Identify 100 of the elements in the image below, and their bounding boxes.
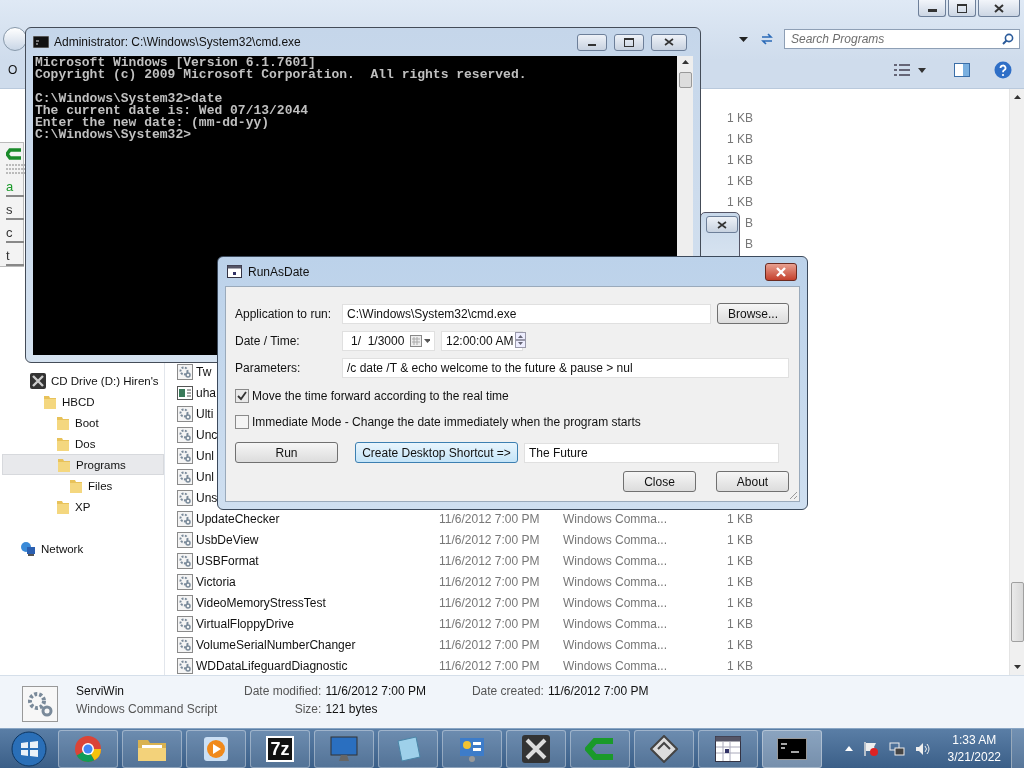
file-type: Windows Comma... bbox=[563, 532, 669, 547]
field-label: Date / Time: bbox=[235, 334, 301, 348]
back-button[interactable] bbox=[3, 27, 27, 51]
date-picker[interactable]: 1/ 1/3000 bbox=[342, 331, 435, 351]
show-hidden-icon[interactable] bbox=[844, 746, 853, 751]
file-date: 11/6/2012 7:00 PM bbox=[439, 658, 541, 673]
spinner-icon[interactable] bbox=[515, 331, 527, 351]
field-label: Application to run: bbox=[235, 306, 333, 321]
close-button[interactable] bbox=[706, 216, 738, 233]
clock-time[interactable]: 1:33 AM bbox=[952, 733, 997, 747]
nav-item[interactable]: Boot bbox=[2, 412, 164, 433]
field-label: Date modified: bbox=[244, 684, 322, 698]
flag-icon[interactable] bbox=[862, 740, 879, 757]
file-name: ServiWin bbox=[76, 684, 125, 698]
console-icon bbox=[777, 737, 807, 760]
dropdown-arrow-icon[interactable] bbox=[739, 36, 748, 42]
browse-button[interactable]: Browse... bbox=[717, 303, 789, 324]
console-line: The current date is: Wed 07/13/2044 bbox=[35, 105, 310, 117]
file-size: 1 KB bbox=[727, 574, 753, 589]
file-size: 1 KB bbox=[727, 511, 753, 526]
file-name[interactable]: Victoria bbox=[196, 574, 436, 589]
scroll-thumb[interactable] bbox=[678, 72, 692, 88]
scrollbar[interactable] bbox=[1009, 89, 1024, 675]
file-name[interactable]: WDDataLifeguardDiagnostic bbox=[196, 658, 436, 673]
file-type: Windows Comma... bbox=[563, 574, 669, 589]
file-name[interactable]: UsbDeView bbox=[196, 532, 436, 547]
close-button[interactable] bbox=[651, 33, 687, 51]
nav-item[interactable]: HBCD bbox=[2, 391, 164, 412]
nav-item[interactable]: CD Drive (D:) Hiren's bbox=[2, 370, 164, 391]
refresh-icon[interactable] bbox=[760, 33, 774, 45]
folder-icon bbox=[43, 393, 57, 410]
folder-icon bbox=[56, 498, 70, 515]
scroll-up-icon[interactable] bbox=[1013, 95, 1021, 99]
tools-icon bbox=[522, 734, 550, 763]
file-name[interactable]: VirtualFloppyDrive bbox=[196, 616, 436, 631]
nav-item[interactable]: Dos bbox=[2, 433, 164, 454]
taskbar-button[interactable] bbox=[762, 729, 822, 768]
file-type: Windows Command Script bbox=[76, 702, 219, 716]
minimize-button[interactable] bbox=[577, 33, 607, 51]
nav-item[interactable]: Files bbox=[2, 475, 164, 496]
search-field[interactable]: Search Programs bbox=[784, 29, 1020, 49]
close-button[interactable] bbox=[765, 262, 797, 281]
preview-pane-icon[interactable] bbox=[954, 63, 970, 77]
nav-item[interactable]: Network bbox=[2, 538, 164, 559]
scroll-thumb[interactable] bbox=[1010, 582, 1024, 642]
parameters-field[interactable]: /c date /T & echo welcome to the future & pause > nul bbox=[342, 358, 789, 378]
browser-icon bbox=[74, 734, 102, 763]
file-name[interactable]: UpdateChecker bbox=[196, 511, 436, 526]
shortcut-button[interactable]: Create Desktop Shortcut => bbox=[355, 442, 518, 463]
shortcut-name-field[interactable]: The Future bbox=[524, 442, 779, 463]
file-name[interactable]: USBFormat bbox=[196, 553, 436, 568]
application-field[interactable]: C:\Windows\System32\cmd.exe bbox=[342, 303, 711, 324]
minimize-button[interactable] bbox=[918, 0, 946, 17]
restore-button[interactable] bbox=[948, 0, 976, 17]
script-icon bbox=[177, 468, 193, 485]
maximize-button[interactable] bbox=[614, 33, 644, 51]
bracket-icon bbox=[6, 147, 22, 161]
taskbar-button[interactable] bbox=[634, 729, 694, 768]
field-value: 121 bytes bbox=[325, 702, 379, 716]
floppy-icon bbox=[650, 734, 678, 763]
console-line: Enter the new date: (mm-dd-yy) bbox=[35, 117, 271, 129]
nav-item[interactable]: Programs bbox=[2, 454, 164, 475]
time-field[interactable]: 12:00:00 AM bbox=[441, 331, 523, 351]
network-icon[interactable] bbox=[888, 740, 905, 757]
calendar-dropdown-icon[interactable] bbox=[410, 335, 430, 347]
taskbar-button[interactable] bbox=[506, 729, 566, 768]
help-icon[interactable] bbox=[994, 61, 1012, 79]
clock-date[interactable]: 3/21/2022 bbox=[947, 750, 1001, 764]
file-name[interactable]: VolumeSerialNumberChanger bbox=[196, 637, 436, 652]
file-size: 1 KB bbox=[727, 194, 753, 209]
field-label: Size: bbox=[293, 702, 322, 716]
taskbar-button[interactable]: 7z bbox=[250, 729, 310, 768]
file-size: 1 KB bbox=[727, 658, 753, 673]
file-size: 1 KB bbox=[727, 553, 753, 568]
organize-button[interactable]: O bbox=[8, 63, 18, 77]
close-button[interactable] bbox=[978, 0, 1020, 17]
close-button[interactable]: Close bbox=[623, 471, 696, 492]
scroll-down-icon[interactable] bbox=[1013, 665, 1021, 669]
file-type: Windows Comma... bbox=[563, 553, 669, 568]
scroll-up-icon[interactable] bbox=[681, 60, 689, 64]
dropdown-arrow-icon[interactable] bbox=[918, 67, 926, 73]
file-size: 1 KB bbox=[727, 616, 753, 631]
checkbox[interactable]: Move the time forward according to the real time bbox=[235, 388, 509, 404]
about-button[interactable]: About bbox=[716, 471, 789, 492]
script-icon bbox=[177, 363, 193, 380]
view-icon[interactable] bbox=[894, 64, 910, 76]
close-icon bbox=[717, 220, 727, 229]
resize-grip-icon[interactable] bbox=[788, 490, 798, 500]
checkbox[interactable]: Immediate Mode - Change the date immediately when the program starts bbox=[235, 414, 641, 430]
taskbar-button[interactable] bbox=[698, 729, 758, 768]
script-icon bbox=[177, 447, 193, 464]
close-icon bbox=[994, 3, 1004, 13]
close-icon bbox=[775, 266, 787, 277]
file-size: 1 KB bbox=[727, 532, 753, 547]
file-name[interactable]: VideoMemoryStressTest bbox=[196, 595, 436, 610]
nav-item[interactable]: XP bbox=[2, 496, 164, 517]
file-type: Windows Comma... bbox=[563, 616, 669, 631]
run-button[interactable]: Run bbox=[235, 442, 338, 463]
folder-icon bbox=[69, 477, 83, 494]
folder-icon bbox=[56, 435, 70, 452]
